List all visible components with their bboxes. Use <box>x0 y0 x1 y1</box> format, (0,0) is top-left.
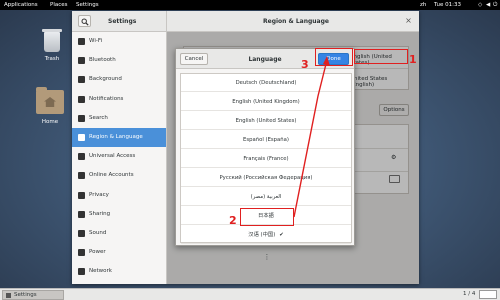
trash-icon <box>42 29 62 52</box>
search-icon <box>81 18 89 26</box>
sidebar-item-icon <box>78 114 85 122</box>
sidebar-item-icon <box>78 230 85 237</box>
sidebar-item-bluetooth[interactable]: Bluetooth <box>72 51 166 70</box>
trash-label: Trash <box>44 56 60 62</box>
language-row[interactable]: Deutsch (Deutschland) <box>181 74 351 92</box>
places-menu[interactable]: Places <box>50 2 68 8</box>
sidebar-item-label: Bluetooth <box>89 57 116 64</box>
language-label: English (United States) <box>235 118 297 124</box>
sidebar-item-icon <box>78 210 85 218</box>
sidebar-item-privacy[interactable]: Privacy <box>72 186 166 205</box>
annotation-number-1: 1 <box>409 53 417 66</box>
sidebar-item-icon <box>78 249 85 257</box>
language-row[interactable]: Русский (Российская Федерация) <box>181 169 351 187</box>
more-languages-icon[interactable]: ⋮ <box>181 248 353 266</box>
language-label: Русский (Российская Федерация) <box>219 175 313 181</box>
language-label: Español (España) <box>243 137 289 143</box>
sidebar-item-universal-access[interactable]: Universal Access <box>72 147 166 166</box>
sidebar-item-icon <box>78 153 85 161</box>
language-row[interactable]: العربية (مصر) <box>181 188 351 206</box>
sidebar-item-sound[interactable]: Sound <box>72 224 166 243</box>
clock[interactable]: Tue 01:33 <box>434 2 461 8</box>
workspace-pager-label: 1 / 4 <box>463 291 476 297</box>
power-icon[interactable]: ⏻ <box>493 2 497 9</box>
sidebar-item-notifications[interactable]: Notifications <box>72 90 166 109</box>
sidebar-item-label: Sharing <box>89 210 111 217</box>
home-desktop-icon[interactable]: Home <box>30 87 70 125</box>
trash-desktop-icon[interactable]: Trash <box>32 29 72 62</box>
sidebar-item-label: Sound <box>89 230 107 236</box>
language-row[interactable]: Español (España) <box>181 131 351 149</box>
sidebar-item-icon <box>78 172 85 180</box>
home-folder-icon <box>36 87 64 114</box>
sidebar-item-wi-fi[interactable]: Wi-Fi <box>72 32 166 51</box>
panel-title: Region & Language <box>263 18 329 25</box>
home-label: Home <box>41 119 59 125</box>
input-source-indicator[interactable]: zh <box>420 2 426 8</box>
network-icon[interactable]: ◇ <box>478 2 482 8</box>
close-icon[interactable]: × <box>404 16 413 25</box>
panel-header: Region & Language × <box>167 11 419 32</box>
sidebar-item-background[interactable]: Background <box>72 70 166 89</box>
sidebar-item-icon <box>78 76 85 84</box>
annotation-number-2: 2 <box>229 214 237 227</box>
annotation-number-3: 3 <box>301 58 309 71</box>
sidebar-item-label: Background <box>89 76 122 83</box>
settings-app-icon <box>6 293 11 298</box>
sidebar-item-label: Network <box>89 268 112 275</box>
settings-title: Settings <box>108 18 137 25</box>
sidebar-item-label: Search <box>89 114 108 121</box>
applications-menu[interactable]: Applications <box>4 2 38 8</box>
sidebar-item-icon <box>78 38 85 45</box>
sidebar-item-label: Notifications <box>89 95 124 102</box>
language-row[interactable]: English (United States) <box>181 112 351 130</box>
search-button[interactable] <box>78 15 91 27</box>
annotation-box-language <box>354 49 408 64</box>
sidebar-item-search[interactable]: Search <box>72 109 166 128</box>
sidebar-item-sharing[interactable]: Sharing <box>72 205 166 224</box>
sidebar-item-label: Region & Language <box>89 134 143 140</box>
language-label: العربية (مصر) <box>250 194 282 200</box>
sidebar-item-icon <box>78 134 85 141</box>
language-row[interactable]: 汉语 (中国) ✔ <box>181 226 351 244</box>
annotation-box-done <box>315 48 353 66</box>
sidebar-item-network[interactable]: Network <box>72 262 166 281</box>
volume-icon[interactable]: ◀ <box>486 2 490 8</box>
language-label: Deutsch (Deutschland) <box>235 80 297 86</box>
taskbar-settings-item[interactable]: Settings <box>2 290 64 300</box>
sidebar-header: Settings <box>72 11 167 32</box>
sidebar-item-icon <box>78 191 85 199</box>
sidebar-item-label: Universal Access <box>89 153 136 160</box>
sidebar-item-icon <box>78 95 85 103</box>
taskbar-settings-label: Settings <box>14 292 37 298</box>
top-bar: Applications Places Settings zh Tue 01:3… <box>0 0 500 10</box>
language-row[interactable]: Français (France) <box>181 150 351 168</box>
sidebar: Wi-Fi Bluetooth Background Notifications Sea… <box>72 32 167 284</box>
workspace-switcher[interactable] <box>479 290 497 299</box>
taskbar: Settings 1 / 4 <box>0 288 500 300</box>
sidebar-item-label: Power <box>89 249 106 256</box>
sidebar-item-icon <box>78 268 85 276</box>
sidebar-item-power[interactable]: Power <box>72 243 166 262</box>
sidebar-item-label: Privacy <box>89 191 109 198</box>
annotation-box-chinese <box>240 208 294 226</box>
sidebar-item-icon <box>78 57 85 65</box>
sidebar-item-label: Online Accounts <box>89 172 134 179</box>
settings-app-menu[interactable]: Settings <box>76 2 99 8</box>
sidebar-item-label: Wi-Fi <box>89 38 103 44</box>
language-label: 汉语 (中国) <box>248 232 276 238</box>
sidebar-item-online-accounts[interactable]: Online Accounts <box>72 166 166 185</box>
language-label: English (United Kingdom) <box>232 99 300 105</box>
language-row[interactable]: English (United Kingdom) <box>181 93 351 111</box>
language-label: Français (France) <box>243 156 289 162</box>
sidebar-item-region-language[interactable]: Region & Language <box>72 128 166 147</box>
checkmark-icon: ✔ <box>279 232 284 238</box>
